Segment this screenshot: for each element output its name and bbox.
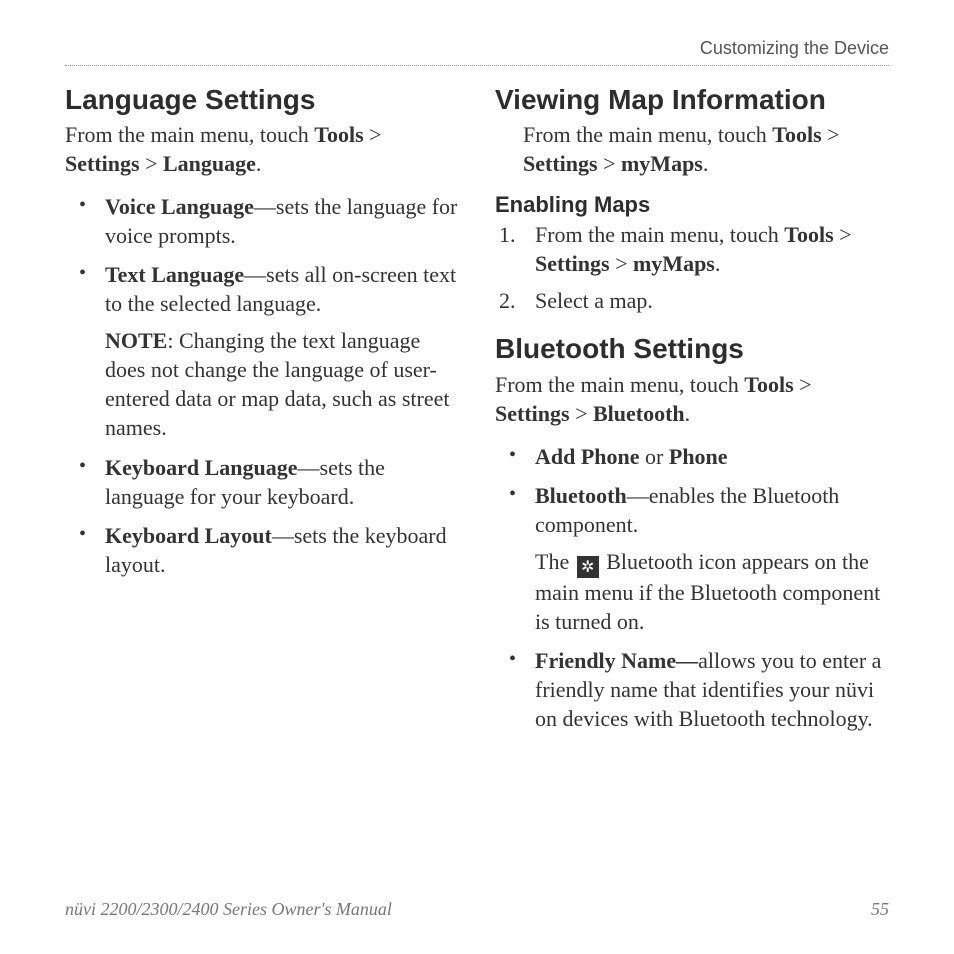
option-friendly-name: Friendly Name— [535,648,698,673]
period: . [703,151,709,176]
text: or [640,444,669,469]
nav-settings: Settings [535,251,610,276]
list-item: Bluetooth—enables the Bluetooth componen… [495,481,889,637]
bluetooth-options-list: Add Phone or Phone Bluetooth—enables the… [495,442,889,734]
list-item: Text Language—sets all on-screen text to… [65,260,459,442]
bluetooth-intro: From the main menu, touch Tools > Settin… [495,370,889,428]
page-footer: nüvi 2200/2300/2400 Series Owner's Manua… [65,899,889,920]
list-item: Keyboard Layout—sets the keyboard layout… [65,521,459,579]
option-keyboard-language: Keyboard Language [105,455,298,480]
text: From the main menu, touch [495,372,744,397]
nav-settings: Settings [65,151,140,176]
sep: > [834,222,852,247]
sep: > [598,151,621,176]
step-item: From the main menu, touch Tools > Settin… [495,220,889,278]
heading-viewing-map-info: Viewing Map Information [495,84,889,116]
nav-language: Language [163,151,256,176]
option-phone: Phone [669,444,728,469]
nav-settings: Settings [523,151,598,176]
note-block: NOTE: Changing the text language does no… [105,326,459,442]
content-columns: Language Settings From the main menu, to… [65,84,889,743]
bluetooth-note: The ✲ Bluetooth icon appears on the main… [535,547,889,637]
left-column: Language Settings From the main menu, to… [65,84,459,743]
step-item: Select a map. [495,286,889,315]
note-label: NOTE [105,328,167,353]
option-add-phone: Add Phone [535,444,640,469]
period: . [685,401,691,426]
manual-title: nüvi 2200/2300/2400 Series Owner's Manua… [65,899,392,920]
text: From the main menu, touch [523,122,772,147]
option-keyboard-layout: Keyboard Layout [105,523,272,548]
sep: > [570,401,593,426]
list-item: Voice Language—sets the language for voi… [65,192,459,250]
heading-enabling-maps: Enabling Maps [495,192,889,218]
sep: > [794,372,812,397]
option-text-language: Text Language [105,262,244,287]
sep: > [822,122,840,147]
page-number: 55 [871,899,889,920]
language-intro: From the main menu, touch Tools > Settin… [65,120,459,178]
nav-tools: Tools [314,122,363,147]
language-options-list: Voice Language—sets the language for voi… [65,192,459,578]
period: . [256,151,262,176]
text: From the main menu, touch [65,122,314,147]
nav-mymaps: myMaps [621,151,703,176]
list-item: Add Phone or Phone [495,442,889,471]
nav-tools: Tools [772,122,821,147]
nav-settings: Settings [495,401,570,426]
bluetooth-icon: ✲ [577,556,599,578]
enabling-maps-steps: From the main menu, touch Tools > Settin… [495,220,889,315]
nav-bluetooth: Bluetooth [593,401,685,426]
right-column: Viewing Map Information From the main me… [495,84,889,743]
period: . [715,251,721,276]
running-header: Customizing the Device [65,38,889,66]
heading-language-settings: Language Settings [65,84,459,116]
list-item: Keyboard Language—sets the language for … [65,453,459,511]
nav-tools: Tools [784,222,833,247]
option-bluetooth: Bluetooth [535,483,627,508]
nav-mymaps: myMaps [633,251,715,276]
map-intro: From the main menu, touch Tools > Settin… [495,120,889,178]
heading-bluetooth-settings: Bluetooth Settings [495,333,889,365]
sep: > [140,151,163,176]
text: The [535,549,575,574]
list-item: Friendly Name—allows you to enter a frie… [495,646,889,733]
sep: > [610,251,633,276]
option-voice-language: Voice Language [105,194,254,219]
nav-tools: Tools [744,372,793,397]
sep: > [364,122,382,147]
text: From the main menu, touch [535,222,784,247]
